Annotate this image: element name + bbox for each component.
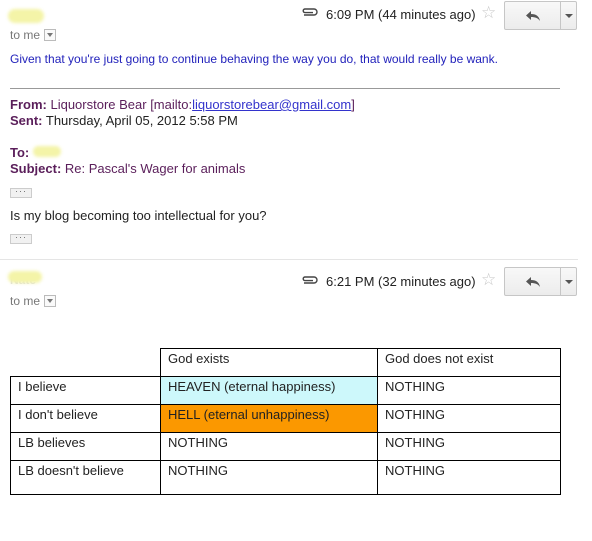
quote-divider [10,88,560,89]
quoted-to-line: To: [10,145,29,160]
quoted-body-text: Is my blog becoming too intellectual for… [10,208,267,223]
to-me-label-2: to me [10,294,41,308]
chevron-down-icon [564,13,573,18]
from-email-link[interactable]: liquorstorebear@gmail.com [192,97,351,112]
table-cell: NOTHING [377,404,561,433]
more-actions-button[interactable] [561,2,576,29]
quoted-from-line: From: Liquorstore Bear [mailto:liquorsto… [10,97,355,112]
table-cell: NOTHING [377,432,561,461]
table-cell: NOTHING [377,376,561,405]
table-cell: NOTHING [160,432,378,461]
table-row-label: I don't believe [10,404,161,433]
reply-button-2[interactable] [505,268,561,295]
chevron-down-icon-2 [564,279,573,284]
reply-button-group-2 [504,267,577,296]
from-name: Liquorstore Bear [mailto: [50,97,193,112]
table-header-row: God exists God does not exist [10,348,561,377]
from-close: ] [351,97,355,112]
message-time: 6:09 PM (44 minutes ago) [326,7,476,22]
paperclip-icon-2 [300,273,318,289]
table-row-label: LB doesn't believe [10,460,161,495]
from-label: From: [10,97,47,112]
reply-button-group [504,1,577,30]
star-icon[interactable]: ☆ [481,3,496,23]
message-separator [0,259,578,260]
quoted-subject-line: Subject: Re: Pascal's Wager for animals [10,161,245,176]
table-cell-hell: HELL (eternal unhappiness) [160,404,378,433]
more-actions-button-2[interactable] [561,268,576,295]
show-trimmed-content-button[interactable]: ··· [10,187,32,198]
details-dropdown-icon[interactable] [44,28,57,41]
sent-label: Sent: [10,113,43,128]
table-row-label: LB believes [10,432,161,461]
recipient-line-2[interactable]: to me [10,294,57,308]
message-time-2: 6:21 PM (32 minutes ago) [326,274,476,289]
table-cell: NOTHING [160,460,378,495]
show-trimmed-content-button-2[interactable]: ··· [10,233,32,244]
table-row: LB doesn't believe NOTHING NOTHING [10,460,561,495]
subject-value: Re: Pascal's Wager for animals [64,161,246,176]
table-header-cell [10,348,161,377]
recipient-line[interactable]: to me [10,28,57,42]
to-me-label: to me [10,28,41,42]
subject-label: Subject: [10,161,62,176]
quoted-sent-line: Sent: Thursday, April 05, 2012 5:58 PM [10,113,238,128]
reply-arrow-icon [525,10,540,21]
reply-arrow-icon-2 [525,276,540,287]
table-row: I don't believe HELL (eternal unhappines… [10,404,561,433]
details-dropdown-icon-2[interactable] [44,294,57,307]
table-header-cell: God does not exist [377,348,561,377]
reply-button[interactable] [505,2,561,29]
table-cell-heaven: HEAVEN (eternal happiness) [160,376,378,405]
sent-value: Thursday, April 05, 2012 5:58 PM [45,113,238,128]
reply-message-text: Given that you're just going to continue… [10,52,498,66]
sender-name-redacted [8,9,44,23]
sender-name-redacted-2 [8,271,42,283]
table-cell: NOTHING [377,460,561,495]
paperclip-icon [300,5,318,21]
to-name-redacted [33,146,61,157]
table-row: LB believes NOTHING NOTHING [10,432,561,461]
table-header-cell: God exists [160,348,378,377]
star-icon-2[interactable]: ☆ [481,270,496,290]
table-row-label: I believe [10,376,161,405]
table-row: I believe HEAVEN (eternal happiness) NOT… [10,376,561,405]
pascals-wager-table: God exists God does not exist I believe … [10,348,561,495]
to-label: To: [10,145,30,160]
